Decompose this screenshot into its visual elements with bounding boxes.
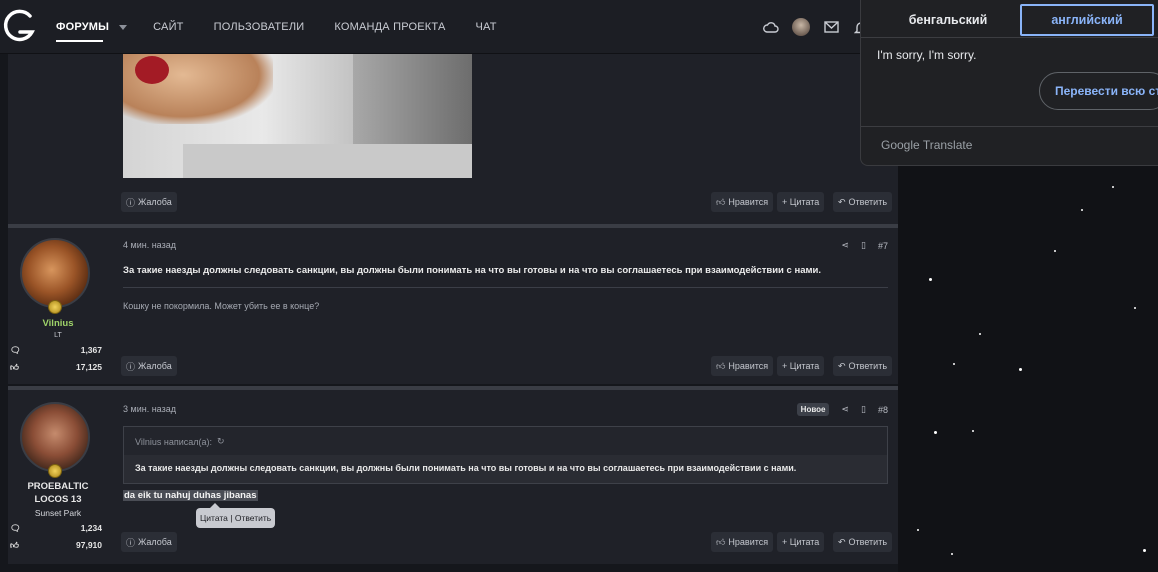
- username-line-2[interactable]: LOCOS 13: [8, 494, 108, 505]
- reply-icon: ↶: [838, 360, 846, 371]
- report-button[interactable]: ⓘ Жалоба: [121, 532, 177, 552]
- nav-forums-label: ФОРУМЫ: [56, 21, 110, 33]
- info-icon: ⓘ: [126, 361, 136, 372]
- nav-chat[interactable]: ЧАТ: [475, 0, 496, 54]
- signature-divider: [123, 287, 888, 288]
- likes-count: 👍︎ 97,910: [10, 540, 102, 550]
- translate-all-button[interactable]: Перевести всю ст: [1039, 72, 1158, 110]
- quote-button[interactable]: + Цитата: [777, 192, 825, 212]
- likes-count: 👍︎ 17,125: [10, 362, 102, 372]
- post-body: За такие наезды должны следовать санкции…: [123, 265, 821, 276]
- quote-button[interactable]: + Цитата: [777, 356, 825, 376]
- site-logo[interactable]: [0, 6, 36, 46]
- info-icon: ⓘ: [126, 197, 136, 208]
- share-icon[interactable]: ⋖: [841, 240, 849, 251]
- like-button[interactable]: 👍︎ Нравится: [711, 532, 774, 552]
- thumbs-up-icon: 👍︎: [716, 360, 726, 371]
- quote-button[interactable]: + Цитата: [777, 532, 825, 552]
- messages-count: 🗨︎ 1,367: [10, 345, 102, 355]
- quote-header[interactable]: Vilnius написал(а): ↻: [135, 436, 225, 447]
- tab-target-language[interactable]: английский: [1020, 4, 1154, 36]
- tab-source-language[interactable]: бенгальский: [875, 4, 1021, 36]
- chevron-down-icon[interactable]: [119, 24, 128, 30]
- bookmark-icon[interactable]: ▯: [861, 404, 866, 415]
- post-time[interactable]: 4 мин. назад: [123, 240, 176, 250]
- report-button[interactable]: ⓘ Жалоба: [121, 192, 177, 212]
- user-tag: LT: [54, 332, 62, 339]
- share-icon[interactable]: ⋖: [841, 404, 849, 415]
- post-previous: ⓘ Жалоба 👍︎ Нравится + Цитата ↶ Ответить: [8, 54, 898, 224]
- reply-icon: ↶: [838, 196, 846, 207]
- selection-tooltip[interactable]: Цитата | Ответить: [196, 503, 276, 528]
- new-badge: Новое: [796, 403, 830, 416]
- like-button[interactable]: 👍︎ Нравится: [711, 192, 774, 212]
- language-tabs: бенгальский английский: [861, 4, 1158, 38]
- thumbs-up-icon: 👍︎: [716, 536, 726, 547]
- user-location: Sunset Park: [34, 508, 82, 518]
- bookmark-icon[interactable]: ▯: [861, 240, 866, 251]
- comments-icon: 🗨︎: [10, 523, 21, 533]
- messages-count: 🗨︎ 1,234: [10, 523, 102, 533]
- username-line-1[interactable]: PROEBALTIC: [8, 481, 108, 492]
- reply-button[interactable]: ↶ Ответить: [833, 192, 893, 212]
- avatar[interactable]: [20, 238, 90, 308]
- top-navigation-bar: ФОРУМЫ САЙТ ПОЛЬЗОВАТЕЛИ КОМАНДА ПРОЕКТА…: [0, 0, 898, 54]
- report-button[interactable]: ⓘ Жалоба: [121, 356, 177, 376]
- info-icon: ⓘ: [126, 537, 136, 548]
- nav-site[interactable]: САЙТ: [153, 0, 183, 54]
- post-number[interactable]: #8: [878, 405, 888, 415]
- header-icons: [762, 18, 870, 36]
- selected-post-text: da eik tu nahuj duhas jibanas: [123, 490, 258, 501]
- cloud-icon[interactable]: [762, 18, 780, 36]
- post-meta: ⋖ ▯ #7: [841, 240, 888, 251]
- reply-button[interactable]: ↶ Ответить: [833, 532, 893, 552]
- avatar[interactable]: [20, 402, 90, 472]
- mail-icon[interactable]: [822, 18, 840, 36]
- medal-icon: [48, 464, 62, 478]
- like-button[interactable]: 👍︎ Нравится: [711, 356, 774, 376]
- thumbs-up-icon: 👍︎: [10, 540, 19, 550]
- nav-team[interactable]: КОМАНДА ПРОЕКТА: [334, 0, 445, 54]
- username[interactable]: Vilnius: [8, 318, 108, 329]
- jump-to-quote-icon[interactable]: ↻: [217, 436, 225, 447]
- post-meta: Новое ⋖ ▯ #8: [796, 403, 888, 416]
- post-image[interactable]: [123, 54, 472, 178]
- translate-footer: Google Translate: [861, 126, 1158, 166]
- reply-icon: ↶: [838, 536, 846, 547]
- thumbs-up-icon: 👍︎: [10, 362, 19, 372]
- post-8: PROEBALTIC LOCOS 13 Sunset Park 🗨︎ 1,234 …: [8, 390, 898, 564]
- google-translate-popup: бенгальский английский I'm sorry, I'm so…: [860, 0, 1158, 166]
- post-time[interactable]: 3 мин. назад: [123, 404, 176, 414]
- quote-text: За такие наезды должны следовать санкции…: [124, 455, 887, 483]
- google-translate-logo: Google Translate: [881, 138, 973, 152]
- nav-users[interactable]: ПОЛЬЗОВАТЕЛИ: [214, 0, 305, 54]
- post-7: Vilnius LT 🗨︎ 1,367 👍︎ 17,125 4 мин. назад…: [8, 228, 898, 384]
- post-number[interactable]: #7: [878, 241, 888, 251]
- nav-forums[interactable]: ФОРУМЫ: [56, 0, 128, 54]
- quote-block: Vilnius написал(а): ↻ За такие наезды до…: [123, 426, 888, 484]
- medal-icon: [48, 300, 62, 314]
- reply-button[interactable]: ↶ Ответить: [833, 356, 893, 376]
- main-nav: ФОРУМЫ САЙТ ПОЛЬЗОВАТЕЛИ КОМАНДА ПРОЕКТА…: [56, 0, 527, 54]
- thumbs-up-icon: 👍︎: [716, 196, 726, 207]
- user-avatar[interactable]: [792, 18, 810, 36]
- signature: Кошку не покормила. Может убить ее в кон…: [123, 301, 320, 311]
- translation-result: I'm sorry, I'm sorry.: [877, 48, 977, 62]
- comments-icon: 🗨︎: [10, 345, 21, 355]
